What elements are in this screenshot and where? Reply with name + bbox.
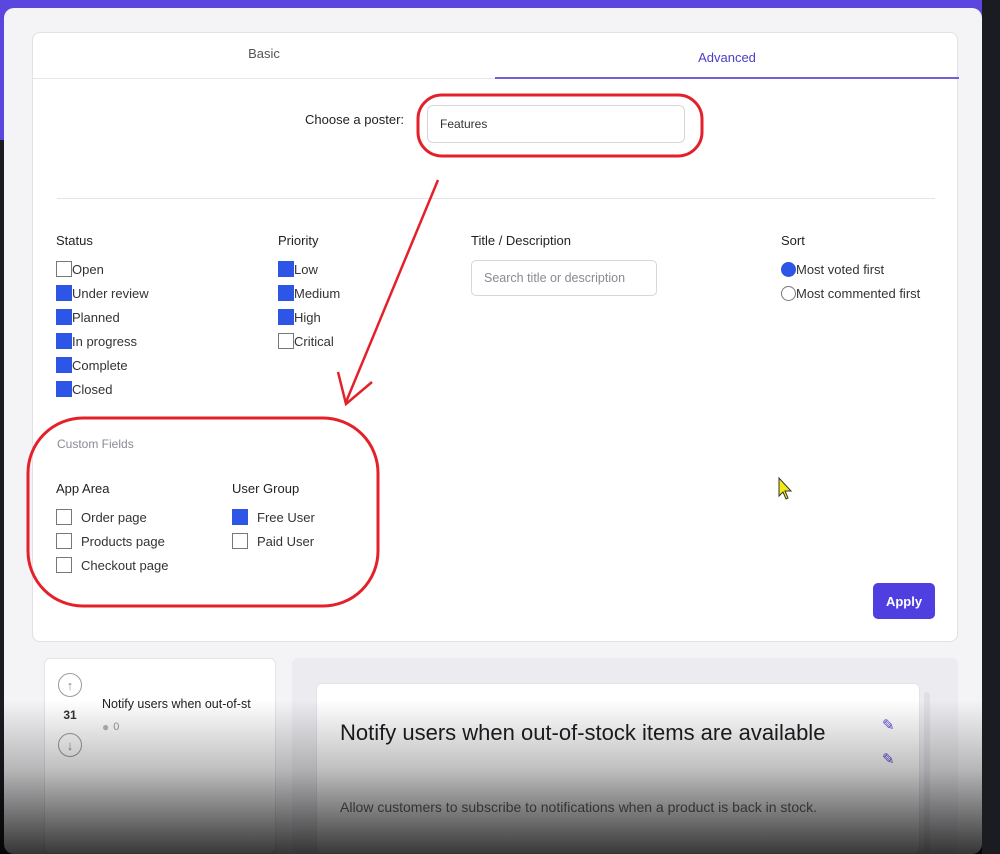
- status-option-planned[interactable]: Planned: [56, 308, 120, 326]
- post-list-item-title[interactable]: Notify users when out-of-st: [102, 697, 277, 711]
- app-area-option-products-page[interactable]: Products page: [56, 532, 165, 550]
- priority-option-low[interactable]: Low: [278, 260, 318, 278]
- tab-advanced[interactable]: Advanced: [495, 33, 959, 79]
- checkbox-icon[interactable]: [56, 557, 72, 573]
- user-group-option-paid-user[interactable]: Paid User: [232, 532, 314, 550]
- comment-count: ● 0: [102, 720, 120, 734]
- checkbox-icon[interactable]: [56, 533, 72, 549]
- pencil-icon[interactable]: ✎: [882, 750, 895, 768]
- status-title: Status: [56, 233, 93, 248]
- app-area-title: App Area: [56, 481, 110, 496]
- app-area-option-checkout-page[interactable]: Checkout page: [56, 556, 168, 574]
- checkbox-icon[interactable]: [232, 533, 248, 549]
- checkbox-icon[interactable]: [278, 261, 294, 277]
- arrow-down-circle-icon[interactable]: ↓: [58, 733, 82, 757]
- post-list: ↑ 31 ↓ Notify users when out-of-st ● 0: [44, 658, 276, 854]
- checkbox-icon[interactable]: [56, 357, 72, 373]
- priority-option-critical[interactable]: Critical: [278, 332, 334, 350]
- comment-icon: ●: [102, 720, 110, 734]
- status-option-open[interactable]: Open: [56, 260, 104, 278]
- checkbox-icon[interactable]: [56, 381, 72, 397]
- tab-basic[interactable]: Basic: [33, 33, 495, 79]
- poster-label: Choose a poster:: [305, 112, 405, 127]
- priority-option-high[interactable]: High: [278, 308, 321, 326]
- checkbox-icon[interactable]: [232, 509, 248, 525]
- scrollbar[interactable]: [924, 692, 930, 854]
- checkbox-icon[interactable]: [56, 261, 72, 277]
- checkbox-icon[interactable]: [278, 285, 294, 301]
- checkbox-icon[interactable]: [56, 285, 72, 301]
- vote-count: 31: [63, 708, 77, 722]
- radio-icon[interactable]: [781, 285, 796, 301]
- arrow-up-circle-icon[interactable]: ↑: [58, 673, 82, 697]
- priority-title: Priority: [278, 233, 319, 248]
- checkbox-icon[interactable]: [56, 509, 72, 525]
- custom-fields-title: Custom Fields: [57, 437, 134, 451]
- post-detail-title: Notify users when out-of-stock items are…: [340, 720, 826, 745]
- post-detail-description: Allow customers to subscribe to notifica…: [340, 799, 817, 815]
- status-option-closed[interactable]: Closed: [56, 380, 112, 398]
- checkbox-icon[interactable]: [56, 309, 72, 325]
- poster-select[interactable]: [427, 105, 685, 143]
- sort-title: Sort: [781, 233, 805, 248]
- priority-option-medium[interactable]: Medium: [278, 284, 340, 302]
- user-group-option-free-user[interactable]: Free User: [232, 508, 315, 526]
- status-option-in-progress[interactable]: In progress: [56, 332, 137, 350]
- checkbox-icon[interactable]: [278, 333, 294, 349]
- checkbox-icon[interactable]: [56, 333, 72, 349]
- apply-button[interactable]: Apply: [873, 583, 935, 619]
- title-description-title: Title / Description: [471, 233, 571, 248]
- pencil-icon[interactable]: ✎: [882, 716, 895, 734]
- status-option-complete[interactable]: Complete: [56, 356, 128, 374]
- filter-panel: Basic Advanced Choose a poster: Status O…: [32, 32, 959, 642]
- post-detail-card: [316, 683, 920, 854]
- app-area-option-order-page[interactable]: Order page: [56, 508, 147, 526]
- window-edge: [982, 0, 1000, 854]
- status-option-under-review[interactable]: Under review: [56, 284, 149, 302]
- radio-icon[interactable]: [781, 261, 796, 277]
- sort-option-most-commented[interactable]: Most commented first: [781, 284, 920, 302]
- divider: [57, 198, 935, 199]
- sort-option-most-voted[interactable]: Most voted first: [781, 260, 884, 278]
- search-input[interactable]: [471, 260, 657, 296]
- checkbox-icon[interactable]: [278, 309, 294, 325]
- user-group-title: User Group: [232, 481, 300, 496]
- filter-tabs: Basic Advanced: [33, 33, 959, 79]
